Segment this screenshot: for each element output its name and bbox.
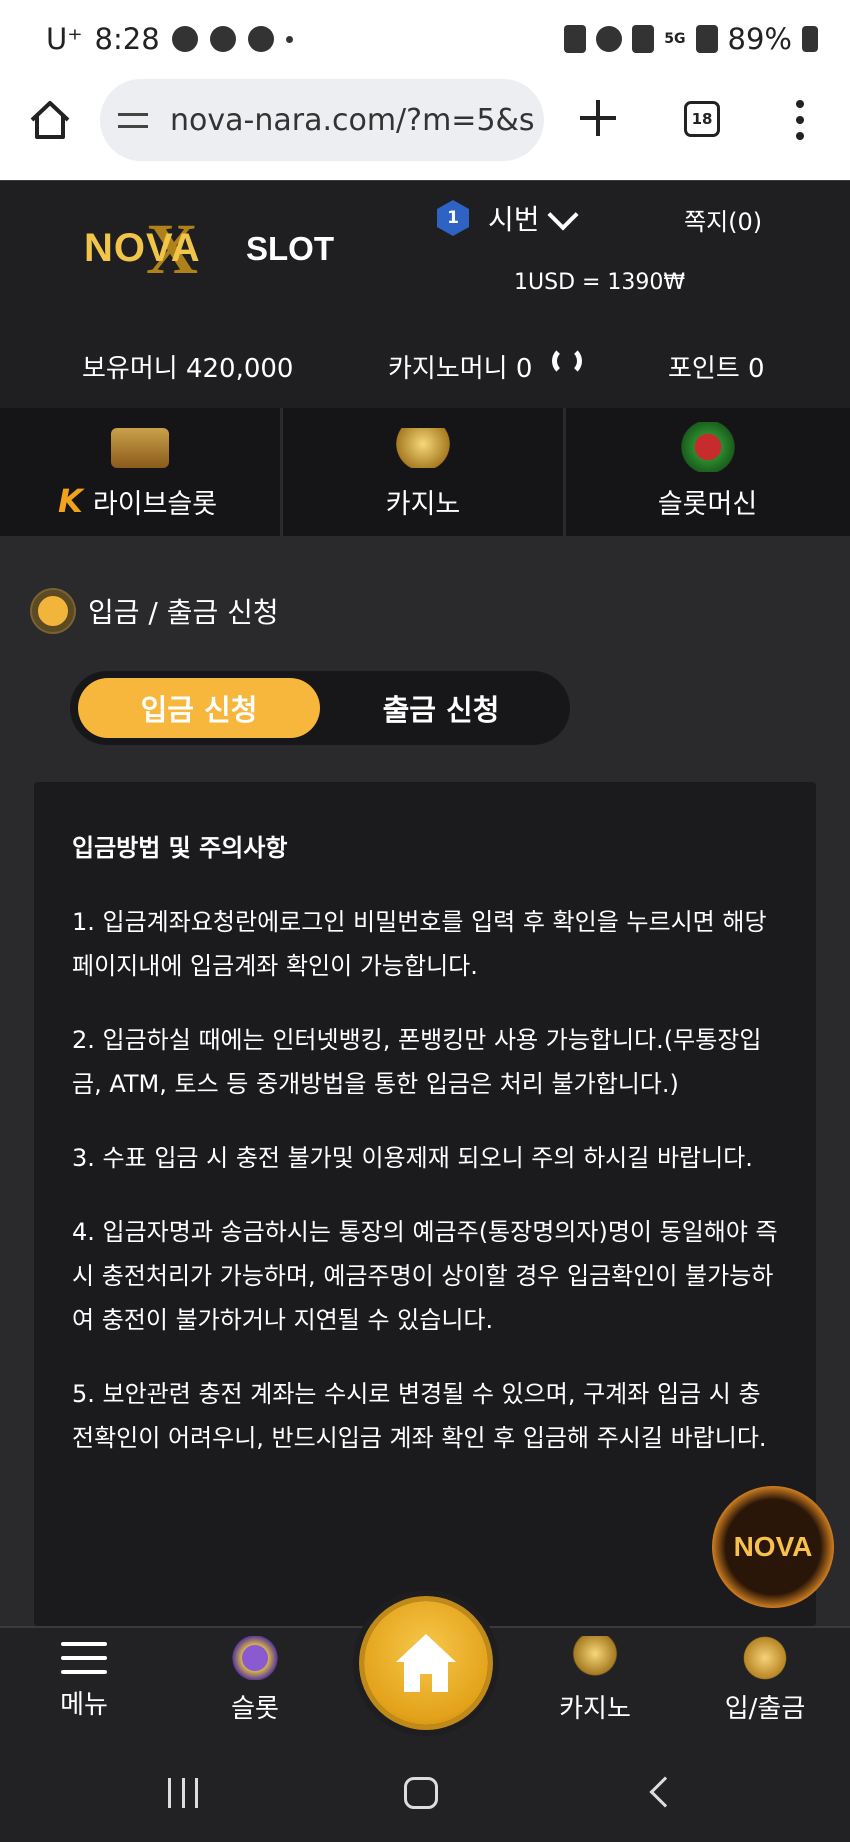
exchange-rate: 1USD = 1390₩ <box>514 270 686 295</box>
slot-machine-icon <box>232 1636 278 1680</box>
game-tab-label: 라이브슬롯 <box>92 489 218 520</box>
network-type: 5G <box>664 31 686 47</box>
casino-money-balance: 카지노머니 0 <box>388 354 533 384</box>
game-tab-slot-machine[interactable]: 슬롯머신 <box>566 408 849 536</box>
live-slot-icon <box>111 428 169 468</box>
notice-item: 2. 입금하실 때에는 인터넷뱅킹, 폰뱅킹만 사용 가능합니다.(무통장입금,… <box>72 1026 762 1098</box>
game-tab-label: 카지노 <box>385 489 461 520</box>
k-slot-casino-icon <box>572 1636 618 1680</box>
site-settings-icon[interactable] <box>118 105 154 135</box>
tab-withdraw-request[interactable]: 출금 신청 <box>346 678 536 738</box>
status-bar: U⁺ 8:28 5G 89% <box>0 0 850 78</box>
url-text: nova-nara.com/?m=5&s <box>170 102 535 138</box>
game-tab-live-slot[interactable]: K 라이브슬롯 <box>0 408 283 536</box>
nav-casino[interactable]: 카지노 <box>535 1636 655 1725</box>
game-tab-casino[interactable]: 카지노 <box>283 408 566 536</box>
alarm-icon <box>596 26 623 52</box>
game-tab-label: 슬롯머신 <box>657 489 758 520</box>
home-icon <box>396 1634 456 1692</box>
tab-deposit-request[interactable]: 입금 신청 <box>78 678 320 738</box>
b-notification-icon <box>209 26 236 52</box>
battery-icon <box>802 26 818 52</box>
battery-saver-icon <box>564 25 587 53</box>
section-title: 입금 / 출금 신청 <box>88 596 279 629</box>
recent-apps-icon[interactable] <box>168 1778 198 1808</box>
k-slot-casino-icon <box>394 428 452 468</box>
notice-item: 3. 수표 입금 시 충전 불가및 이용제재 되오니 주의 하시길 바랍니다. <box>72 1144 753 1172</box>
browser-home-icon[interactable] <box>28 98 72 142</box>
hamburger-icon <box>61 1640 107 1676</box>
nova-slot-logo[interactable]: X NOVA SLOT <box>84 208 352 289</box>
section-bullet-icon <box>32 590 74 632</box>
cloud-notification-icon <box>247 26 274 52</box>
nav-menu[interactable]: 메뉴 <box>24 1636 144 1721</box>
notice-item: 1. 입금계좌요청란에로그인 비밀번호를 입력 후 확인을 누르시면 해당 페이… <box>72 908 767 980</box>
more-notifications-icon <box>285 35 293 43</box>
deposit-notice-panel: 입금방법 및 주의사항 1. 입금계좌요청란에로그인 비밀번호를 입력 후 확인… <box>34 782 816 1626</box>
nav-slot-label: 슬롯 <box>231 1694 279 1724</box>
floating-nova-logo-button[interactable]: NOVA <box>712 1486 834 1608</box>
point-balance: 포인트 0 <box>668 354 765 384</box>
talk-notification-icon <box>171 26 198 52</box>
nav-slot[interactable]: 슬롯 <box>195 1636 315 1725</box>
clock: 8:28 <box>94 22 160 56</box>
mute-icon <box>632 25 655 53</box>
nav-deposit-withdraw[interactable]: 입/출금 <box>705 1636 825 1725</box>
section-header: 입금 / 출금 신청 <box>32 590 279 632</box>
message-link[interactable]: 쪽지(0) <box>684 202 762 237</box>
system-home-icon[interactable] <box>404 1777 438 1809</box>
new-tab-icon[interactable] <box>578 98 618 138</box>
logo-slot-text: SLOT <box>246 230 334 267</box>
notice-item: 5. 보안관련 충전 계좌는 수시로 변경될 수 있으며, 구계좌 입금 시 충… <box>72 1380 767 1452</box>
signal-icon <box>695 25 718 53</box>
game-category-nav: K 라이브슬롯 카지노 슬롯머신 <box>0 408 850 536</box>
battery-percent: 89% <box>727 22 792 56</box>
nav-deposit-withdraw-label: 입/출금 <box>724 1694 806 1724</box>
nav-menu-label: 메뉴 <box>60 1690 108 1720</box>
logo-nova-text: NOVA <box>84 226 201 270</box>
coins-icon <box>742 1636 788 1680</box>
notice-item: 4. 입금자명과 송금하시는 통장의 예금주(통장명의자)명이 동일해야 즉시 … <box>72 1218 778 1334</box>
username[interactable]: 시번 <box>488 198 540 238</box>
browser-menu-icon[interactable] <box>795 100 805 140</box>
nav-casino-label: 카지노 <box>559 1694 631 1724</box>
refresh-icon[interactable] <box>552 346 582 376</box>
notice-heading: 입금방법 및 주의사항 <box>72 834 288 862</box>
money-balance: 보유머니 420,000 <box>82 354 294 384</box>
tab-switcher-button[interactable]: 18 <box>684 101 720 137</box>
carrier-label: U⁺ <box>46 22 83 56</box>
url-input[interactable]: nova-nara.com/?m=5&s <box>100 79 544 161</box>
slot-777-icon <box>679 422 736 472</box>
